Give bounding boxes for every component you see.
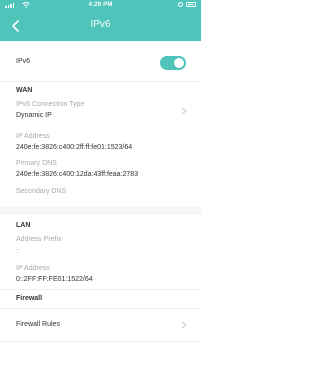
alarm-icon [178,2,183,7]
chevron-right-icon [181,107,187,115]
lan-ip-address-label: IP Address [16,265,50,272]
ipv6-toggle-row: IPv6 [0,41,201,82]
lan-address-prefix-value: :: [16,248,20,255]
nav-bar: IPv6 [0,11,201,41]
firewall-section-header: Firewall [16,295,43,302]
firewall-rules-label: Firewall Rules [16,321,60,328]
ipv6-label: IPv6 [16,58,31,65]
divider [0,81,201,82]
wan-ip-address-label: IP Address [16,133,50,140]
wan-connection-type-value: Dynamic IP [16,112,52,119]
wan-secondary-dns-label: Secondary DNS [16,188,67,195]
status-time: 4:26 PM [88,2,113,8]
divider [0,289,201,290]
divider [0,341,201,342]
wan-primary-dns-label: Primary DNS [16,160,57,167]
wan-section-header: WAN [16,87,33,94]
wan-connection-type-row[interactable]: IPv6 Connection Type Dynamic IP [0,96,201,128]
lan-section-header: LAN [16,222,31,229]
page-title: IPv6 [90,19,111,30]
lan-ip-address-value: 0::2FF:FF:FE01:1522/64 [16,276,93,283]
wan-connection-type-label: IPv6 Connection Type [16,101,85,108]
wan-primary-dns-value: 240e:fe:3826:c400:12da:43ff:feaa:2783 [16,171,139,178]
status-bar: 4:26 PM [0,0,201,11]
ipv6-toggle[interactable] [160,56,186,70]
chevron-right-icon [181,321,187,329]
battery-icon [186,2,196,7]
section-gap [0,207,201,215]
lan-address-prefix-label: Address Prefix [16,236,62,243]
firewall-rules-row[interactable]: Firewall Rules [0,309,201,341]
wan-ip-address-value: 240e:fe:3826:c400:2ff:ff:fe01:1523/64 [16,144,133,151]
toggle-knob [174,58,184,68]
